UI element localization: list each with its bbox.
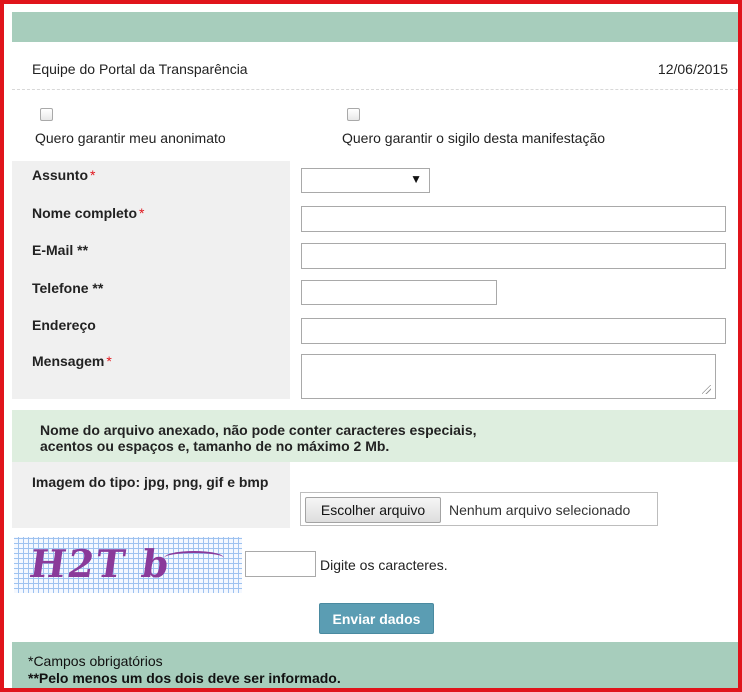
- secrecy-label: Quero garantir o sigilo desta manifestaç…: [342, 130, 606, 146]
- secrecy-checkbox[interactable]: [347, 108, 360, 121]
- captcha-noise-line: [164, 551, 224, 565]
- captcha-hint: Digite os caracteres.: [320, 557, 448, 573]
- header-row: Equipe do Portal da Transparência 12/06/…: [12, 44, 738, 90]
- attachment-note-line2: acentos ou espaços e, tamanho de no máxi…: [40, 438, 390, 454]
- file-label-column: [12, 462, 290, 528]
- captcha-input[interactable]: [245, 551, 316, 577]
- subject-label: Assunto *: [32, 167, 96, 183]
- header-date: 12/06/2015: [657, 61, 728, 77]
- footer-notes: *Campos obrigatórios **Pelo menos um dos…: [12, 642, 738, 688]
- full-name-input[interactable]: [301, 206, 726, 232]
- submit-button[interactable]: Enviar dados: [319, 603, 434, 634]
- address-input[interactable]: [301, 318, 726, 344]
- anonymity-checkbox[interactable]: [40, 108, 53, 121]
- team-name: Equipe do Portal da Transparência: [32, 61, 248, 77]
- one-of-two-note: **Pelo menos um dos dois deve ser inform…: [28, 670, 341, 686]
- message-label: Mensagem *: [32, 353, 112, 369]
- email-label: E-Mail **: [32, 242, 89, 258]
- top-bar: [12, 12, 738, 42]
- file-type-label: Imagem do tipo: jpg, png, gif e bmp: [32, 474, 269, 490]
- resize-grip-icon[interactable]: [702, 385, 711, 394]
- anonymity-label: Quero garantir meu anonimato: [35, 130, 226, 146]
- required-mark: *: [139, 205, 145, 221]
- captcha-image: H2T b: [14, 537, 242, 593]
- attachment-note: Nome do arquivo anexado, não pode conter…: [12, 410, 738, 462]
- full-name-label: Nome completo *: [32, 205, 145, 221]
- attachment-note-line1: Nome do arquivo anexado, não pode conter…: [40, 422, 477, 438]
- file-input[interactable]: Escolher arquivo Nenhum arquivo selecion…: [300, 492, 658, 526]
- form-frame: Equipe do Portal da Transparência 12/06/…: [0, 0, 742, 692]
- file-status: Nenhum arquivo selecionado: [449, 502, 631, 518]
- required-mark: *: [90, 167, 96, 183]
- captcha-text: H2T b: [26, 541, 174, 586]
- chevron-down-icon: ▼: [410, 172, 422, 186]
- required-mark: *: [106, 353, 112, 369]
- phone-label: Telefone **: [32, 280, 104, 296]
- phone-input[interactable]: [301, 280, 497, 305]
- address-label: Endereço: [32, 317, 96, 333]
- required-fields-note: *Campos obrigatórios: [28, 653, 163, 669]
- subject-select[interactable]: ▼: [301, 168, 430, 193]
- email-input[interactable]: [301, 243, 726, 269]
- message-textarea[interactable]: [301, 354, 716, 399]
- choose-file-button[interactable]: Escolher arquivo: [305, 497, 441, 523]
